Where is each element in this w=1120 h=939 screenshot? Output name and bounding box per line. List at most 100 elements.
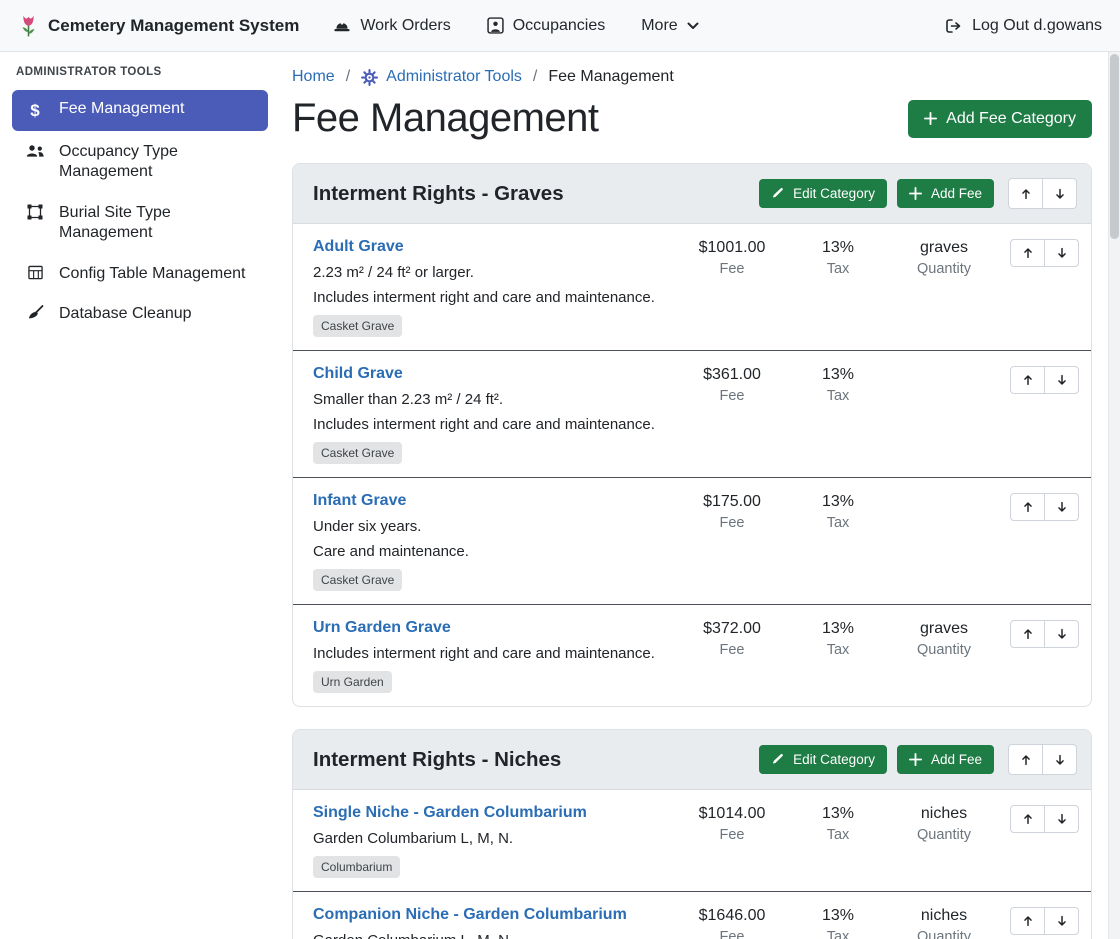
move-fee-up-button[interactable] (1010, 366, 1045, 394)
sidebar-item-config-table-management[interactable]: Config Table Management (12, 255, 268, 293)
fee-type-badge: Casket Grave (313, 442, 402, 464)
add-fee-button[interactable]: Add Fee (897, 745, 994, 774)
move-category-up-button[interactable] (1008, 178, 1043, 209)
move-fee-down-button[interactable] (1044, 620, 1079, 648)
move-fee-down-button[interactable] (1044, 805, 1079, 833)
move-category-up-button[interactable] (1008, 744, 1043, 775)
edit-category-button[interactable]: Edit Category (759, 179, 887, 208)
add-fee-category-button[interactable]: Add Fee Category (908, 100, 1092, 138)
nav-item-occupancies[interactable]: Occupancies (487, 17, 606, 35)
category-body: Single Niche - Garden Columbarium Garden… (293, 790, 1091, 939)
tax-column: 13% Tax (788, 907, 888, 939)
move-fee-down-button[interactable] (1044, 493, 1079, 521)
edit-category-button[interactable]: Edit Category (759, 745, 887, 774)
tax-value: 13% (788, 907, 888, 925)
fee-info: Child Grave Smaller than 2.23 m² / 24 ft… (313, 365, 676, 464)
logout-icon (945, 18, 963, 34)
move-category-down-button[interactable] (1042, 178, 1077, 209)
arrow-down-icon (1055, 914, 1069, 928)
scrollbar-thumb[interactable] (1110, 54, 1119, 239)
add-fee-button[interactable]: Add Fee (897, 179, 994, 208)
arrow-down-icon (1055, 373, 1069, 387)
breadcrumb-admin-link[interactable]: Administrator Tools (361, 68, 522, 86)
fee-amount-column: $361.00 Fee (676, 366, 788, 404)
move-fee-up-button[interactable] (1010, 493, 1045, 521)
fee-row: Single Niche - Garden Columbarium Garden… (293, 790, 1091, 891)
fee-category-card: Interment Rights - Graves Edit Category … (292, 163, 1092, 707)
fee-description-2: Care and maintenance. (313, 543, 668, 560)
logout-button[interactable]: Log Out d.gowans (945, 17, 1102, 35)
fee-description-1: 2.23 m² / 24 ft² or larger. (313, 264, 668, 281)
fee-name-link[interactable]: Urn Garden Grave (313, 619, 451, 637)
fee-description-1: Garden Columbarium L, M, N. (313, 830, 668, 847)
tax-label: Tax (788, 929, 888, 939)
fee-amount-label: Fee (676, 388, 788, 404)
fee-name-link[interactable]: Single Niche - Garden Columbarium (313, 804, 587, 822)
arrow-up-icon (1021, 914, 1035, 928)
gear-icon (361, 69, 378, 86)
quantity-value: niches (888, 805, 1000, 823)
fee-amount-label: Fee (676, 642, 788, 658)
fee-amount: $372.00 (676, 620, 788, 638)
top-navbar: Cemetery Management System Work Orders O… (0, 0, 1120, 52)
arrow-up-icon (1021, 627, 1035, 641)
fee-info: Urn Garden Grave Includes interment righ… (313, 619, 676, 693)
fee-name-link[interactable]: Child Grave (313, 365, 403, 383)
fee-reorder-buttons (1010, 366, 1079, 394)
tax-label: Tax (788, 388, 888, 404)
fee-row: Infant Grave Under six years. Care and m… (293, 477, 1091, 604)
sidebar-heading: ADMINISTRATOR TOOLS (0, 62, 280, 88)
fee-description-1: Garden Columbarium L, M, N. (313, 932, 668, 939)
people-icon (24, 143, 46, 159)
page-header: Fee Management Add Fee Category (292, 96, 1092, 141)
move-fee-down-button[interactable] (1044, 366, 1079, 394)
app-brand: Cemetery Management System (18, 13, 299, 39)
fee-info: Adult Grave 2.23 m² / 24 ft² or larger. … (313, 238, 676, 337)
fee-description-1: Smaller than 2.23 m² / 24 ft². (313, 391, 668, 408)
breadcrumb-current: Fee Management (548, 68, 673, 86)
chevron-down-icon (687, 22, 699, 30)
move-fee-up-button[interactable] (1010, 805, 1045, 833)
move-category-down-button[interactable] (1042, 744, 1077, 775)
fee-info: Infant Grave Under six years. Care and m… (313, 492, 676, 591)
quantity-column: niches Quantity (888, 805, 1000, 843)
sidebar-item-database-cleanup[interactable]: Database Cleanup (12, 295, 268, 333)
tax-column: 13% Tax (788, 805, 888, 843)
pencil-icon (771, 187, 784, 200)
arrow-down-icon (1055, 627, 1069, 641)
move-fee-up-button[interactable] (1010, 239, 1045, 267)
fee-amount-label: Fee (676, 827, 788, 843)
arrow-up-icon (1019, 187, 1033, 201)
fee-reorder-buttons (1010, 620, 1079, 648)
fee-name-link[interactable]: Infant Grave (313, 492, 406, 510)
plus-icon (924, 112, 937, 125)
category-reorder-buttons (1008, 178, 1077, 209)
quantity-label: Quantity (888, 642, 1000, 658)
tax-value: 13% (788, 239, 888, 257)
fee-reorder-buttons (1010, 239, 1079, 267)
fee-type-badge: Casket Grave (313, 569, 402, 591)
fee-name-link[interactable]: Adult Grave (313, 238, 404, 256)
fee-amount-label: Fee (676, 261, 788, 277)
fee-description-2: Includes interment right and care and ma… (313, 416, 668, 433)
sidebar-item-occupancy-type-management[interactable]: Occupancy Type Management (12, 133, 268, 192)
nav-item-work-orders[interactable]: Work Orders (333, 17, 450, 35)
sidebar-item-burial-site-type-management[interactable]: Burial Site Type Management (12, 194, 268, 253)
quantity-value: graves (888, 620, 1000, 638)
nav-item-more[interactable]: More (641, 17, 698, 35)
sidebar-item-fee-management[interactable]: $ Fee Management (12, 90, 268, 131)
fee-row: Companion Niche - Garden Columbarium Gar… (293, 891, 1091, 939)
move-fee-down-button[interactable] (1044, 239, 1079, 267)
fee-name-link[interactable]: Companion Niche - Garden Columbarium (313, 906, 627, 924)
fee-description-1: Under six years. (313, 518, 668, 535)
page-scrollbar[interactable] (1108, 52, 1120, 939)
arrow-down-icon (1053, 753, 1067, 767)
move-fee-up-button[interactable] (1010, 620, 1045, 648)
tax-value: 13% (788, 493, 888, 511)
fee-amount-column: $1646.00 Fee (676, 907, 788, 939)
move-fee-up-button[interactable] (1010, 907, 1045, 935)
tulip-logo-icon (18, 13, 39, 39)
breadcrumb-home-link[interactable]: Home (292, 68, 335, 86)
quantity-label: Quantity (888, 929, 1000, 939)
move-fee-down-button[interactable] (1044, 907, 1079, 935)
